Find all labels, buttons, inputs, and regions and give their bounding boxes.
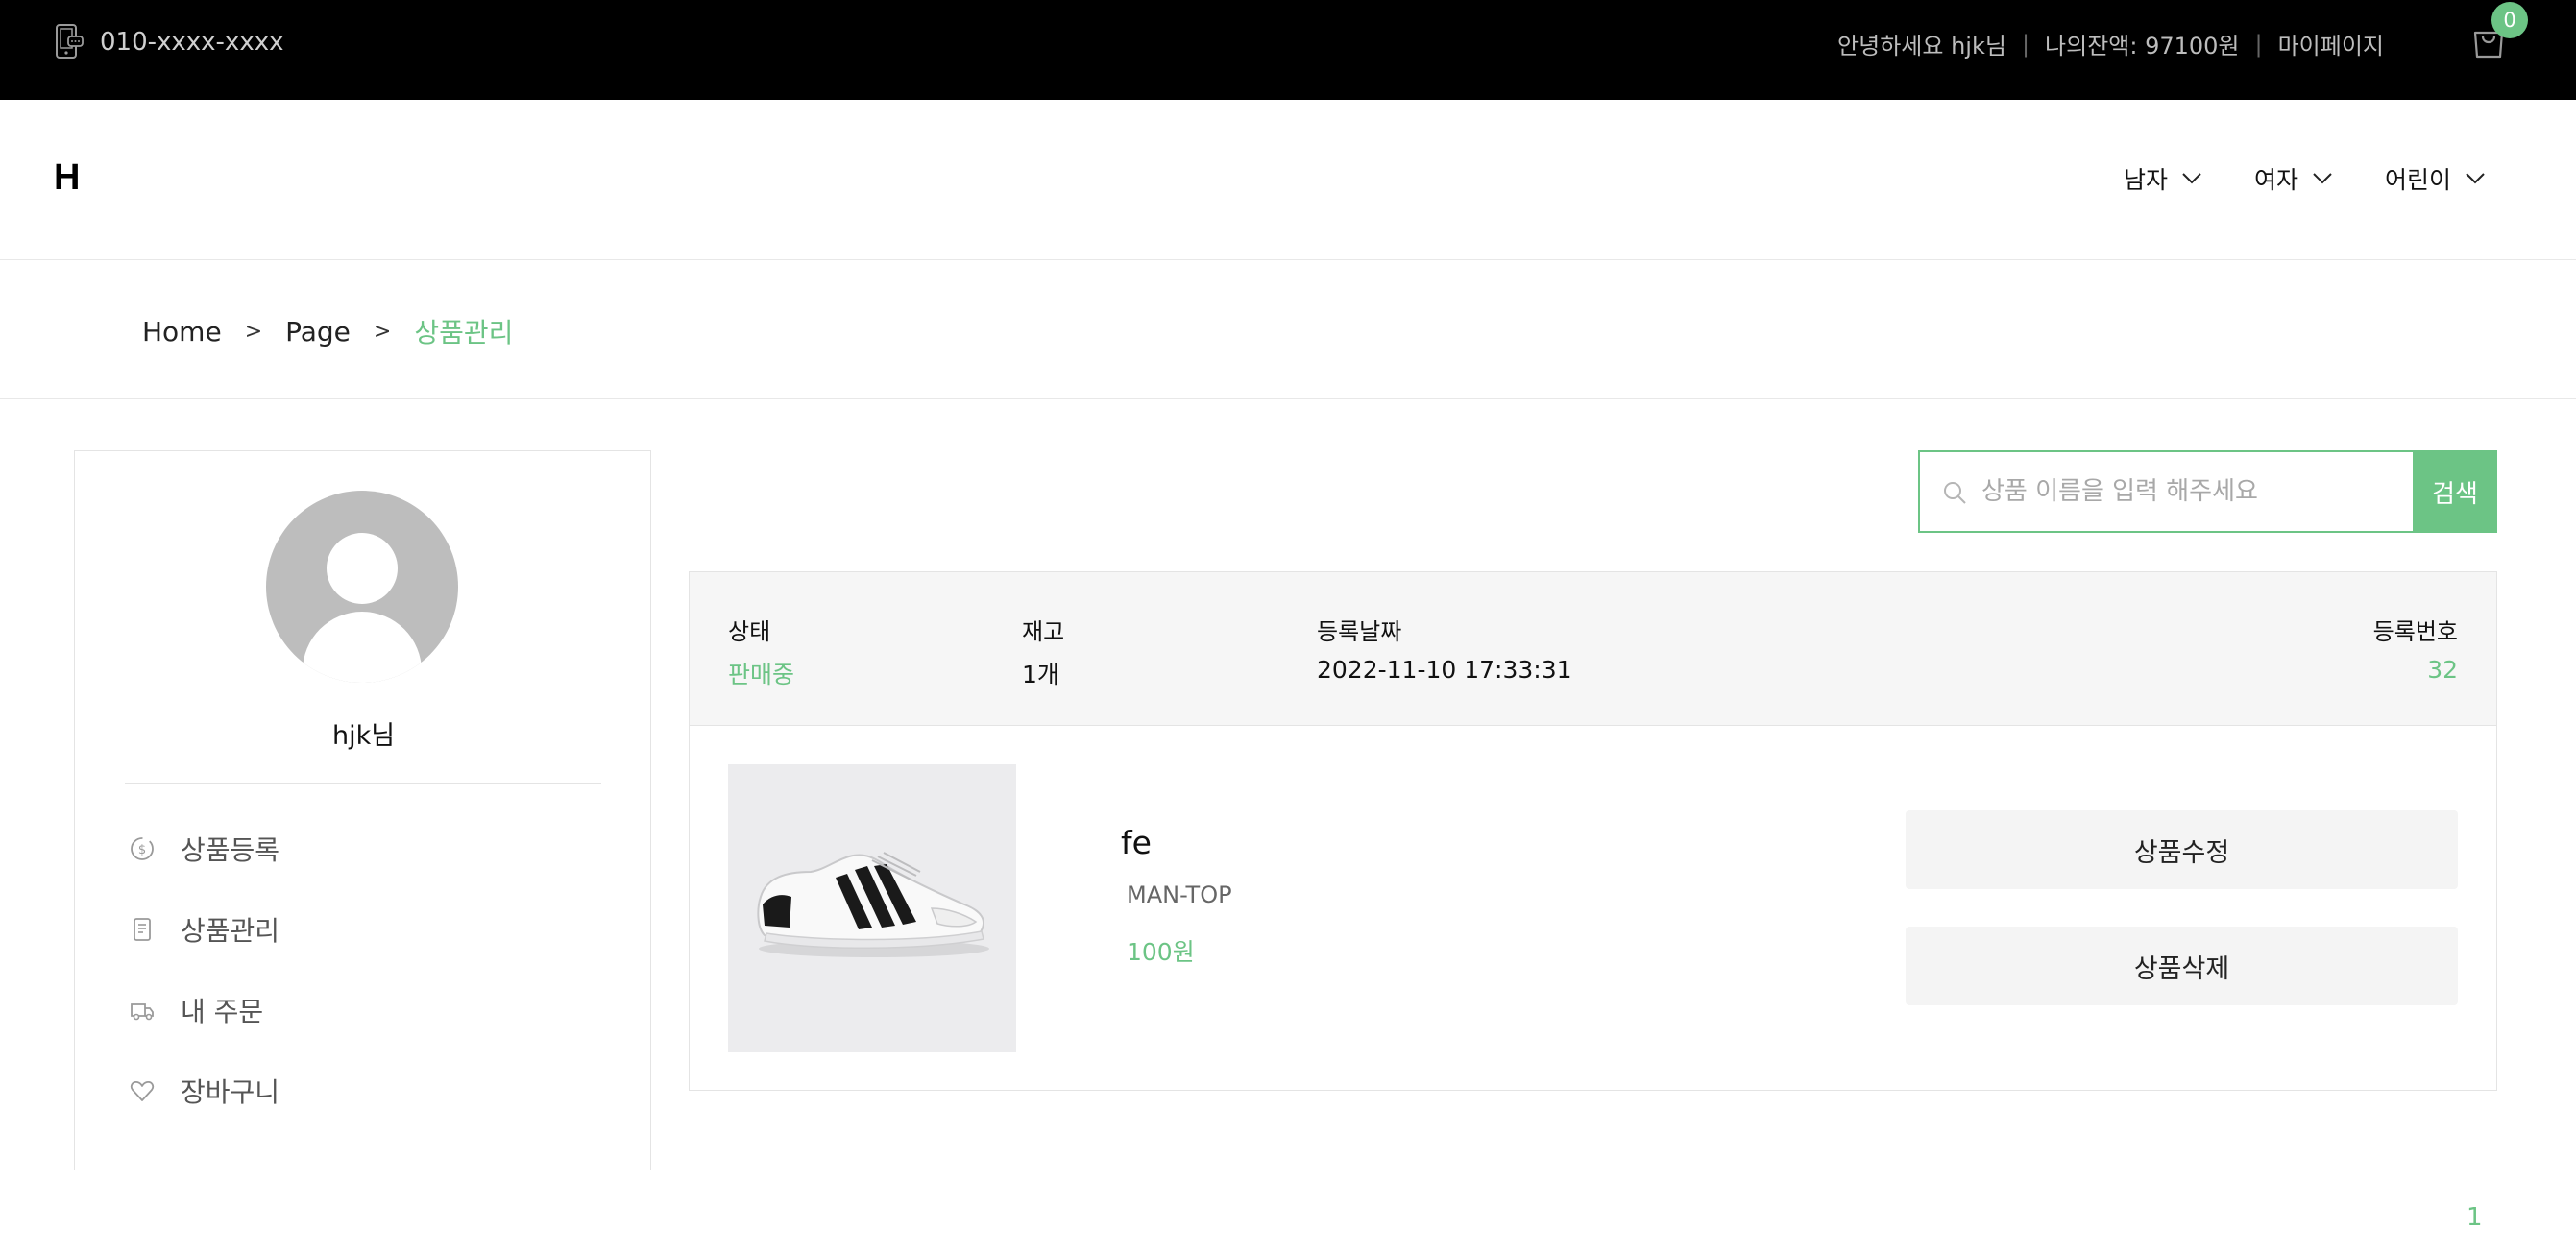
breadcrumb-separator: > [373, 319, 392, 344]
separator: | [2254, 30, 2263, 58]
stock-column: 재고 1개 [1022, 613, 1064, 690]
sidebar-item-label: 장바구니 [181, 1076, 280, 1108]
pagination-page-1[interactable]: 1 [2467, 1203, 2483, 1232]
id-value: 32 [2427, 656, 2458, 684]
breadcrumb: Home > Page > 상품관리 [142, 312, 513, 350]
main-nav: 남자 여자 어린이 [2124, 161, 2486, 196]
chevron-down-icon [2466, 173, 2485, 184]
separator: | [2021, 30, 2030, 58]
heart-icon [130, 1080, 155, 1101]
sidebar-item-label: 상품등록 [181, 834, 280, 866]
breadcrumb-page[interactable]: Page [285, 316, 351, 348]
search-button[interactable]: 검색 [2413, 450, 2497, 533]
avatar-body [303, 612, 422, 683]
sidebar-item-cart[interactable]: 장바구니 [129, 1070, 279, 1112]
product-info-row: 상태 판매중 재고 1개 등록날짜 2022-11-10 17:33:31 등록… [690, 572, 2496, 726]
phone-contact: 010-xxxx-xxxx [54, 21, 283, 63]
breadcrumb-separator: > [244, 319, 263, 344]
sidebar-item-my-orders[interactable]: 내 주문 [129, 989, 279, 1031]
nav-item-women[interactable]: 여자 [2254, 161, 2333, 196]
delivery-truck-icon [131, 1003, 154, 1021]
search-input[interactable] [1981, 452, 2404, 531]
edit-product-button[interactable]: 상품수정 [1906, 810, 2458, 889]
stock-label: 재고 [1022, 618, 1065, 645]
site-logo[interactable]: H [54, 157, 80, 199]
coin-icon: $ [131, 837, 154, 860]
id-column: 등록번호 32 [2373, 613, 2458, 684]
nav-item-kids[interactable]: 어린이 [2385, 161, 2486, 196]
status-label: 상태 [728, 618, 771, 645]
sidebar-item-register-product[interactable]: $ 상품등록 [129, 828, 279, 870]
sidebar-item-manage-products[interactable]: 상품관리 [129, 908, 279, 951]
avatar [266, 491, 458, 683]
greeting-text: 안녕하세요 hjk님 [1837, 33, 2006, 60]
mypage-link[interactable]: 마이페이지 [2278, 27, 2384, 60]
nav-item-label: 여자 [2253, 166, 2298, 194]
breadcrumb-current: 상품관리 [414, 317, 514, 349]
sidebar-item-label: 상품관리 [181, 915, 280, 947]
date-value: 2022-11-10 17:33:31 [1317, 656, 1572, 684]
nav-item-men[interactable]: 남자 [2124, 161, 2202, 196]
divider [125, 783, 601, 784]
date-label: 등록날짜 [1317, 618, 1402, 645]
svg-text:$: $ [138, 843, 146, 857]
date-column: 등록날짜 2022-11-10 17:33:31 [1317, 613, 1572, 684]
product-search: 검색 [1918, 450, 2497, 533]
search-icon [1944, 482, 1966, 504]
breadcrumb-home[interactable]: Home [142, 316, 222, 348]
product-image[interactable] [728, 764, 1016, 1052]
top-bar: 010-xxxx-xxxx 안녕하세요 hjk님 | 나의잔액: 97100원 … [0, 0, 2576, 100]
product-card: 상태 판매중 재고 1개 등록날짜 2022-11-10 17:33:31 등록… [689, 571, 2497, 1091]
nav-item-label: 어린이 [2384, 166, 2451, 194]
product-name[interactable]: fe [1121, 824, 1152, 861]
stock-value: 1개 [1022, 661, 1059, 688]
chevron-down-icon [2182, 173, 2201, 184]
nav-item-label: 남자 [2123, 166, 2168, 194]
user-sidebar: hjk님 $ 상품등록 상품관리 내 주문 장바구니 [74, 450, 651, 1170]
id-label: 등록번호 [2372, 618, 2458, 645]
product-price: 100원 [1127, 938, 1195, 966]
username: hjk님 [331, 721, 396, 751]
product-category: MAN-TOP [1127, 881, 1232, 908]
status-value: 판매중 [728, 661, 795, 688]
cart-count-badge: 0 [2491, 2, 2528, 38]
sidebar-menu: $ 상품등록 상품관리 내 주문 장바구니 [129, 828, 279, 1150]
receipt-icon [134, 918, 151, 941]
chevron-down-icon [2313, 173, 2332, 184]
avatar-head [327, 533, 398, 604]
delete-product-button[interactable]: 상품삭제 [1906, 927, 2458, 1005]
breadcrumb-bar: Home > Page > 상품관리 [0, 260, 2576, 399]
site-header: H 남자 여자 어린이 [0, 100, 2576, 260]
status-column: 상태 판매중 [728, 613, 794, 690]
user-links: 안녕하세요 hjk님 | 나의잔액: 97100원 | 마이페이지 [1837, 27, 2384, 60]
sneaker-image [728, 764, 1016, 1052]
phone-icon [56, 24, 84, 59]
search-box [1918, 450, 2413, 533]
balance-text: 나의잔액: 97100원 [2045, 33, 2240, 60]
sidebar-item-label: 내 주문 [181, 996, 264, 1027]
phone-number: 010-xxxx-xxxx [100, 28, 284, 57]
